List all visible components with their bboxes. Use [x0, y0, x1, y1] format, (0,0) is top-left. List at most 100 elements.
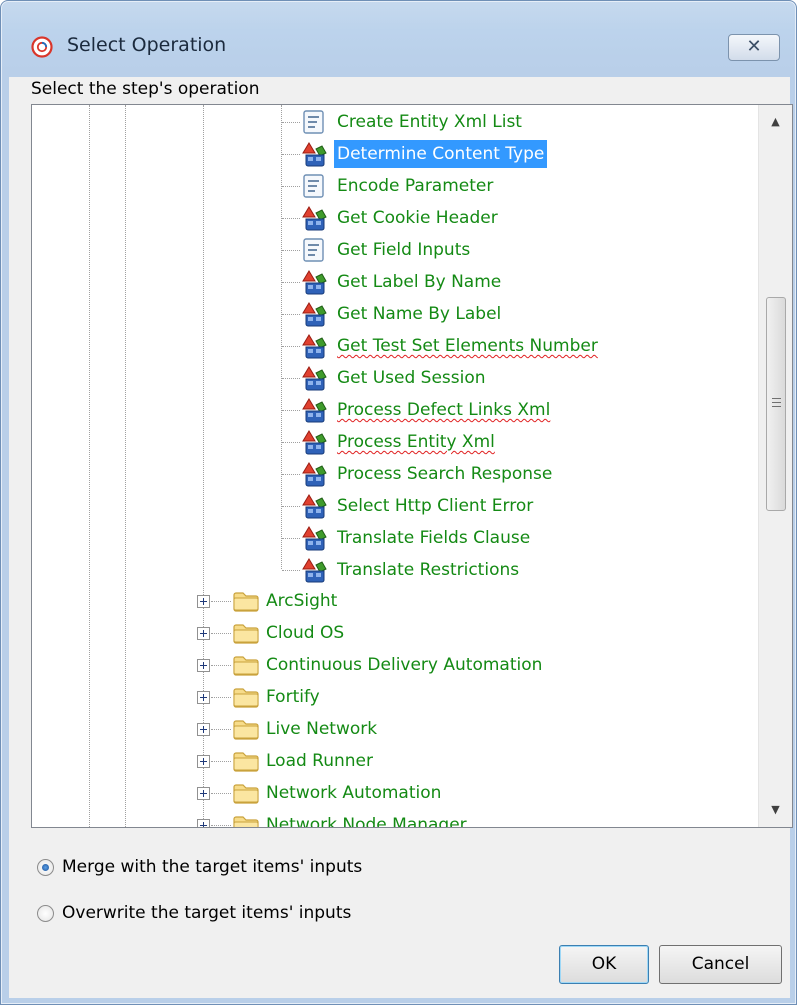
ok-button[interactable]: OK	[559, 945, 649, 984]
folder-icon	[232, 814, 260, 827]
operation-label: Determine Content Type	[334, 140, 548, 168]
title-bar[interactable]: Select Operation ✕	[1, 1, 796, 77]
app-logo-icon	[31, 36, 53, 58]
tree-connector	[211, 633, 231, 634]
tree-connector	[282, 442, 300, 443]
operation-item[interactable]: Process Defect Links Xml	[300, 395, 553, 425]
tree-connector	[282, 538, 300, 539]
folder-label: Continuous Delivery Automation	[266, 655, 543, 675]
tree-guide-line	[125, 105, 126, 827]
script-icon	[300, 108, 328, 136]
operation-label: Encode Parameter	[337, 176, 494, 196]
tree-connector	[282, 122, 300, 123]
prompt-label: Select the step's operation	[31, 79, 260, 99]
folder-icon	[232, 718, 260, 740]
tree-guide-line	[89, 105, 90, 827]
expand-plus-icon[interactable]	[197, 722, 210, 736]
scrollbar-thumb[interactable]	[766, 297, 786, 511]
operation-item[interactable]: Process Entity Xml	[300, 427, 498, 457]
tree-connector	[282, 506, 300, 507]
tree-connector	[282, 410, 300, 411]
folder-item[interactable]: Network Node Manager	[197, 811, 467, 828]
operation-label: Get Cookie Header	[337, 208, 498, 228]
expand-plus-icon[interactable]	[197, 754, 210, 768]
folder-label: Load Runner	[266, 751, 374, 771]
folder-label: Network Node Manager	[266, 815, 467, 828]
merge-label: Merge with the target items' inputs	[62, 857, 363, 877]
tree-connector	[211, 825, 231, 826]
window-title: Select Operation	[67, 34, 227, 56]
scroll-up-arrow-icon[interactable]: ▲	[759, 105, 792, 139]
operation-label: Process Search Response	[337, 464, 553, 484]
operation-item[interactable]: Get Field Inputs	[300, 235, 473, 265]
operation-item[interactable]: Determine Content Type	[300, 139, 548, 169]
tree-connector	[282, 570, 300, 571]
close-button[interactable]: ✕	[728, 34, 780, 61]
folder-item[interactable]: Load Runner	[197, 747, 373, 775]
dialog-body: Select the step's operation Create Entit…	[9, 77, 793, 998]
operation-item[interactable]: Create Entity Xml List	[300, 107, 525, 137]
operation-label: Get Label By Name	[337, 272, 502, 292]
tree-connector	[282, 346, 300, 347]
flow-icon	[300, 364, 328, 392]
flow-icon	[300, 556, 328, 584]
scroll-down-arrow-icon[interactable]: ▼	[759, 793, 792, 827]
tree-connector	[211, 729, 231, 730]
expand-plus-icon[interactable]	[197, 786, 210, 800]
folder-label: Network Automation	[266, 783, 442, 803]
tree-connector	[282, 186, 300, 187]
tree-connector	[211, 761, 231, 762]
expand-plus-icon[interactable]	[197, 658, 210, 672]
flow-icon	[300, 204, 328, 232]
operation-label: Translate Fields Clause	[337, 528, 531, 548]
expand-plus-icon[interactable]	[197, 818, 210, 827]
cancel-button[interactable]: Cancel	[659, 945, 782, 984]
tree-connector	[282, 314, 300, 315]
operation-item[interactable]: Translate Restrictions	[300, 555, 522, 585]
operation-label: Get Name By Label	[337, 304, 502, 324]
script-icon	[300, 236, 328, 264]
tree-connector	[282, 378, 300, 379]
expand-plus-icon[interactable]	[197, 626, 210, 640]
merge-option[interactable]: Merge with the target items' inputs	[37, 857, 362, 877]
operation-item[interactable]: Get Used Session	[300, 363, 489, 393]
operation-tree[interactable]: Create Entity Xml List Determine Content …	[31, 104, 793, 828]
tree-connector	[282, 282, 300, 283]
operation-label: Process Entity Xml	[337, 432, 495, 452]
merge-radio[interactable]	[37, 858, 54, 876]
operation-item[interactable]: Get Cookie Header	[300, 203, 501, 233]
vertical-scrollbar[interactable]: ▲ ▼	[758, 105, 792, 827]
folder-label: Fortify	[266, 687, 320, 707]
operation-item[interactable]: Encode Parameter	[300, 171, 496, 201]
folder-label: Cloud OS	[266, 623, 345, 643]
flow-icon	[300, 300, 328, 328]
flow-icon	[300, 460, 328, 488]
folder-item[interactable]: ArcSight	[197, 587, 337, 615]
operation-item[interactable]: Get Test Set Elements Number	[300, 331, 601, 361]
overwrite-radio[interactable]	[37, 904, 54, 922]
folder-item[interactable]: Cloud OS	[197, 619, 344, 647]
folder-label: Live Network	[266, 719, 378, 739]
operation-item[interactable]: Process Search Response	[300, 459, 555, 489]
folder-item[interactable]: Network Automation	[197, 779, 441, 807]
flow-icon	[300, 396, 328, 424]
folder-item[interactable]: Fortify	[197, 683, 320, 711]
select-operation-dialog: Select Operation ✕ Select the step's ope…	[0, 0, 797, 1005]
folder-item[interactable]: Continuous Delivery Automation	[197, 651, 542, 679]
operation-item[interactable]: Translate Fields Clause	[300, 523, 533, 553]
folder-icon	[232, 590, 260, 612]
expand-plus-icon[interactable]	[197, 690, 210, 704]
operation-label: Create Entity Xml List	[337, 112, 522, 132]
folder-icon	[232, 654, 260, 676]
folder-item[interactable]: Live Network	[197, 715, 377, 743]
flow-icon	[300, 140, 328, 168]
operation-item[interactable]: Get Name By Label	[300, 299, 504, 329]
flow-icon	[300, 428, 328, 456]
tree-connector	[211, 665, 231, 666]
tree-connector	[282, 250, 300, 251]
expand-plus-icon[interactable]	[197, 594, 210, 608]
operation-item[interactable]: Select Http Client Error	[300, 491, 536, 521]
overwrite-option[interactable]: Overwrite the target items' inputs	[37, 903, 351, 923]
operation-label: Get Used Session	[337, 368, 486, 388]
operation-item[interactable]: Get Label By Name	[300, 267, 504, 297]
